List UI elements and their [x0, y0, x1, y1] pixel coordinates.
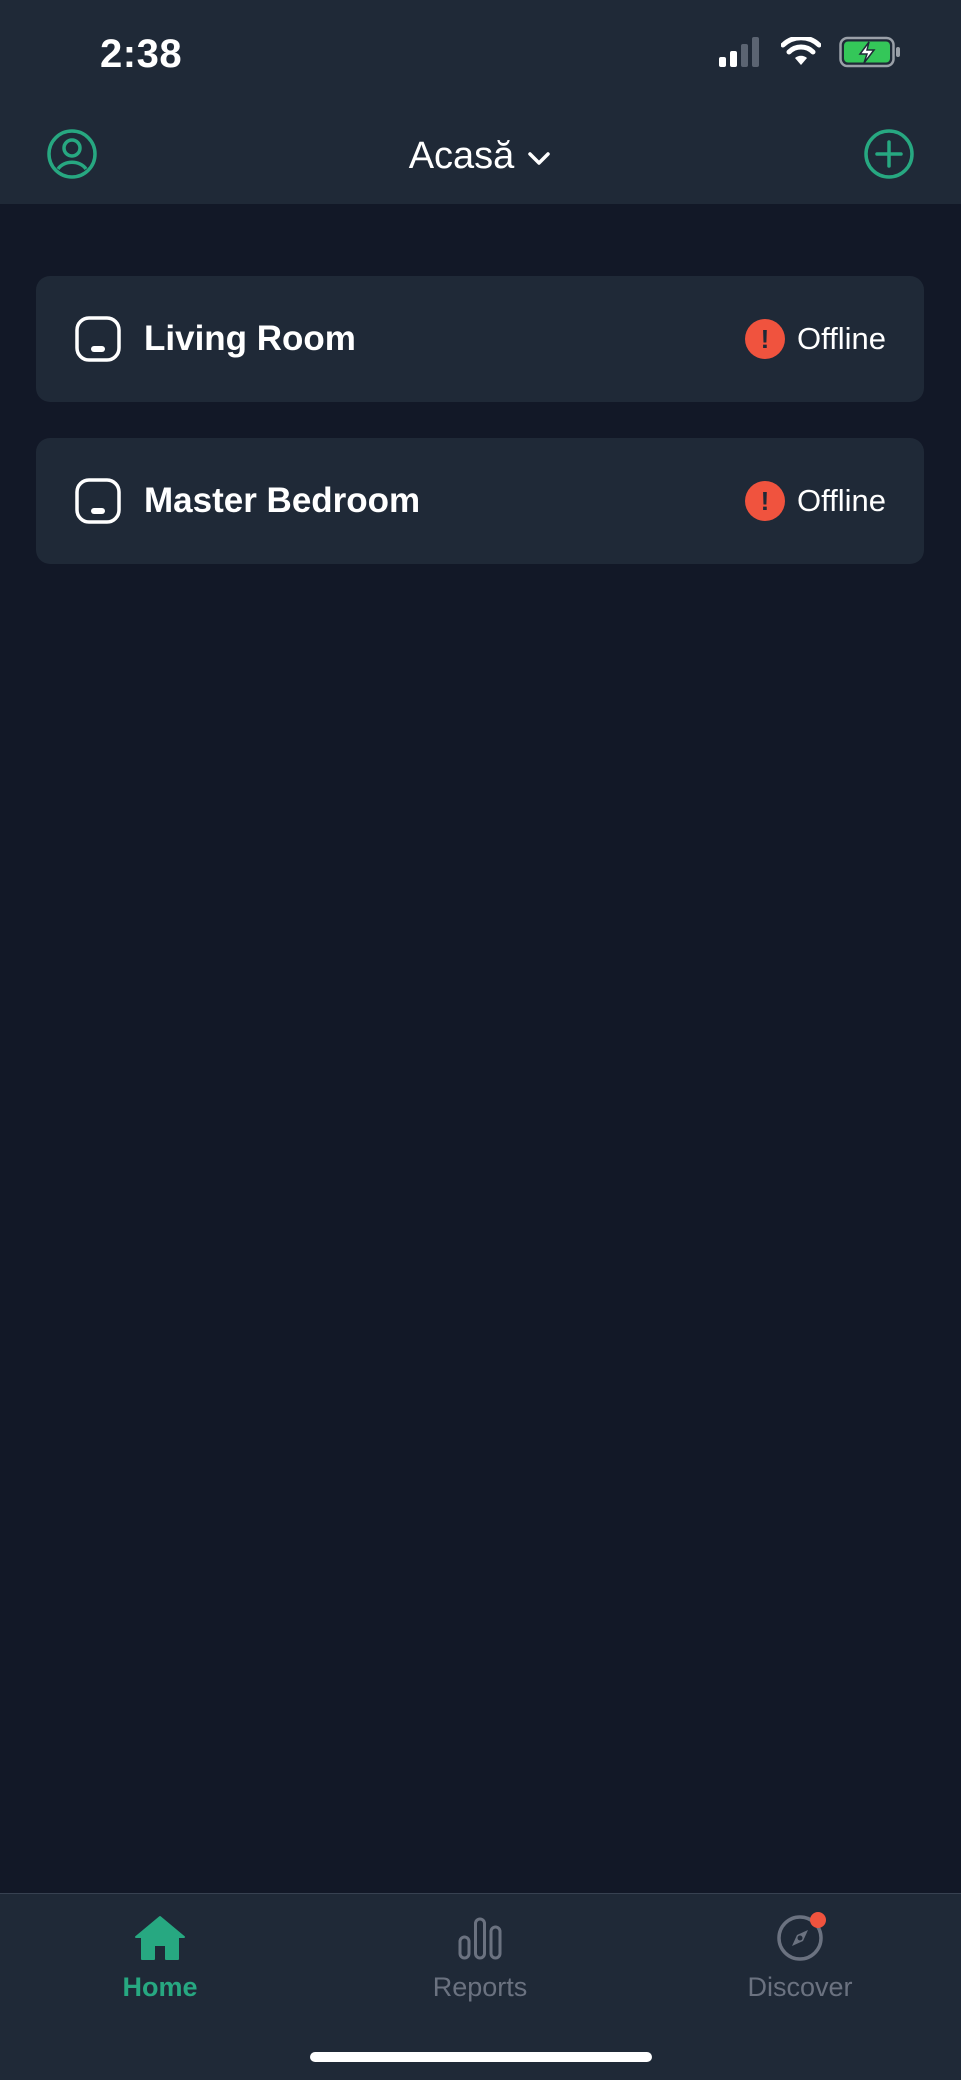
tab-reports[interactable]: Reports [380, 1894, 580, 2014]
alert-icon: ! [744, 319, 785, 359]
add-circle-icon [863, 128, 915, 185]
tab-label: Discover [747, 1972, 853, 2002]
room-card-master-bedroom[interactable]: Master Bedroom ! Offline [36, 438, 924, 564]
tab-home[interactable]: Home [60, 1894, 260, 2014]
add-button[interactable] [863, 128, 915, 185]
status-time: 2:38 [100, 32, 183, 76]
status-icons [719, 34, 901, 73]
status-bar: 2:38 [0, 0, 961, 108]
home-screen: 2:38 Acasă Living Room ! Offline Master … [0, 0, 961, 2080]
room-card-living-room[interactable]: Living Room ! Offline [36, 276, 924, 402]
home-indicator[interactable] [310, 2052, 652, 2062]
home-icon [132, 1910, 188, 1966]
home-selector[interactable]: Acasă [0, 130, 961, 182]
alert-icon: ! [744, 481, 785, 521]
thermostat-device-icon [74, 477, 122, 525]
tab-discover[interactable]: Discover [700, 1894, 900, 2014]
status-label: Offline [796, 483, 886, 518]
battery-charging-icon [839, 36, 901, 73]
tab-label: Reports [432, 1972, 528, 2002]
notification-badge [810, 1912, 826, 1928]
compass-icon [772, 1910, 828, 1966]
room-status: ! Offline [744, 438, 886, 564]
cellular-signal-icon [719, 36, 763, 72]
page-title: Acasă [408, 134, 515, 177]
wifi-icon [780, 34, 822, 72]
room-status: ! Offline [744, 276, 886, 402]
room-name: Master Bedroom [144, 481, 421, 520]
status-label: Offline [796, 321, 886, 356]
chevron-down-icon [526, 135, 552, 178]
thermostat-device-icon [74, 315, 122, 363]
navigation-bar: Acasă [0, 108, 961, 204]
bar-chart-icon [452, 1910, 508, 1966]
tab-label: Home [122, 1972, 198, 2002]
room-name: Living Room [144, 319, 356, 358]
top-bar: 2:38 Acasă [0, 0, 961, 204]
